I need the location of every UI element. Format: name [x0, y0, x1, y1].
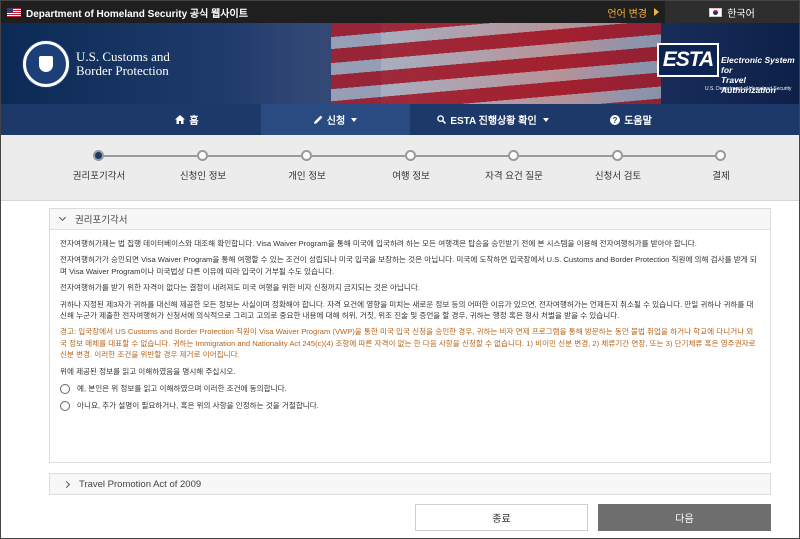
arrow-right-icon: [654, 8, 659, 16]
korea-flag-icon: [709, 7, 723, 17]
change-language-label: 언어 변경: [607, 8, 647, 20]
pencil-icon: [313, 115, 323, 124]
dhs-seal-icon[interactable]: [23, 41, 69, 87]
progress-step-label: 권리포기각서: [72, 171, 126, 182]
nav-help[interactable]: ? 도움말: [576, 104, 686, 135]
change-language-link[interactable]: 언어 변경: [607, 1, 665, 23]
progress-step-label: 신청인 정보: [179, 171, 227, 182]
confirm-prompt: 위에 제공된 정보를 읽고 이해하였음을 명시해 주십시오.: [60, 366, 236, 376]
travel-promotion-panel-header[interactable]: Travel Promotion Act of 2009: [49, 473, 771, 495]
nav-apply[interactable]: 신청: [261, 104, 410, 135]
waiver-paragraph: 전자여행허가가 승인되면 Visa Waiver Program을 통해 여행할…: [60, 255, 757, 276]
chevron-right-icon: [62, 480, 71, 488]
waiver-panel-header[interactable]: 권리포기각서: [50, 209, 770, 230]
waiver-paragraph: 전자여행허가제는 법 집행 데이터베이스와 대조해 확인합니다. Visa Wa…: [60, 239, 697, 248]
progress-step-6-dot: [612, 150, 623, 161]
progress-step-label: 신청서 검토: [594, 171, 642, 182]
esta-full-name-line1: Electronic System for: [721, 55, 795, 75]
nav-help-label: 도움말: [624, 116, 652, 127]
progress-step-2-dot: [197, 150, 208, 161]
question-circle-icon: ?: [610, 114, 621, 125]
agree-radio[interactable]: [60, 383, 70, 394]
decline-radio[interactable]: [60, 401, 70, 412]
decline-option-label: 아니요, 추가 설명이 필요하거나, 혹은 위의 사항을 인정하는 것을 거절합…: [77, 401, 319, 411]
progress-step-5-dot: [508, 150, 519, 161]
progress-step-7-dot: [715, 150, 726, 161]
site-header: U.S. Customs and Border Protection ESTA …: [1, 23, 799, 104]
caret-down-icon: [542, 117, 549, 122]
travel-promotion-panel-title: Travel Promotion Act of 2009: [79, 478, 202, 490]
esta-full-name-line2: Travel Authorization: [721, 75, 776, 95]
nav-home-label: 홈: [189, 116, 199, 127]
us-flag-icon: [7, 7, 21, 17]
home-icon: [175, 115, 186, 124]
caret-down-icon: [351, 117, 358, 122]
nav-home[interactable]: 홈: [113, 104, 261, 135]
agree-option-label: 예, 본인은 위 정보를 읽고 이해하였으며 이러한 조건에 동의합니다.: [77, 384, 287, 394]
waiver-warning: 경고: 입국장에서 US Customs and Border Protecti…: [60, 327, 756, 360]
top-bar: Department of Homeland Security 공식 웹사이트 …: [1, 1, 799, 23]
progress-step-label: 자격 요건 질문: [485, 171, 543, 182]
nav-check-status[interactable]: ESTA 진행상황 확인: [410, 104, 576, 135]
search-icon: [437, 115, 447, 124]
progress-step-label: 개인 정보: [288, 171, 326, 182]
application-progress: 권리포기각서 신청인 정보 개인 정보 여행 정보 자격 요건 질문 신청서 검…: [1, 135, 799, 201]
waiver-panel-title: 권리포기각서: [75, 215, 128, 226]
esta-application-page: Department of Homeland Security 공식 웹사이트 …: [0, 0, 800, 539]
exit-button[interactable]: 종료: [415, 504, 588, 531]
cbp-logo[interactable]: U.S. Customs and Border Protection: [76, 50, 170, 78]
waiver-panel: 권리포기각서 전자여행허가제는 법 집행 데이터베이스와 대조해 확인합니다. …: [49, 208, 771, 463]
waiver-panel-body: 전자여행허가제는 법 집행 데이터베이스와 대조해 확인합니다. Visa Wa…: [50, 230, 770, 412]
current-language: 한국어: [727, 8, 755, 20]
nav-apply-label: 신청: [326, 116, 346, 127]
next-button[interactable]: 다음: [598, 504, 771, 531]
main-nav: 홈 신청 ESTA 진행상황 확인 ? 도움말: [1, 104, 799, 135]
agree-option[interactable]: 예, 본인은 위 정보를 읽고 이해하였으며 이러한 조건에 동의합니다.: [60, 383, 760, 394]
esta-department: U.S. Department of Homeland Security: [705, 86, 792, 92]
esta-logo[interactable]: ESTA Electronic System for Travel Author…: [651, 43, 797, 103]
progress-step-label: 여행 정보: [392, 171, 430, 182]
official-site-label: Department of Homeland Security 공식 웹사이트: [26, 8, 248, 20]
progress-step-1-dot: [93, 150, 104, 161]
esta-logo-mark: ESTA: [657, 43, 719, 77]
nav-check-status-label: ESTA 진행상황 확인: [450, 116, 537, 127]
progress-step-3-dot: [301, 150, 312, 161]
waiver-paragraph: 전자여행허가를 받기 위한 자격이 없다는 결정이 내려져도 미국 여행을 위한…: [60, 283, 420, 293]
waiver-paragraph: 귀하나 지정된 제3자가 귀하를 대신해 제공한 모든 정보는 사실이며 정확해…: [60, 299, 754, 321]
agency-line1: U.S. Customs and: [76, 49, 170, 64]
language-select[interactable]: 한국어: [665, 1, 799, 23]
decline-option[interactable]: 아니요, 추가 설명이 필요하거나, 혹은 위의 사항을 인정하는 것을 거절합…: [60, 400, 760, 412]
agency-line2: Border Protection: [76, 63, 169, 78]
progress-step-4-dot: [405, 150, 416, 161]
chevron-down-icon: [58, 213, 67, 222]
progress-step-label: 결제: [712, 171, 730, 182]
svg-text:?: ?: [613, 116, 618, 125]
